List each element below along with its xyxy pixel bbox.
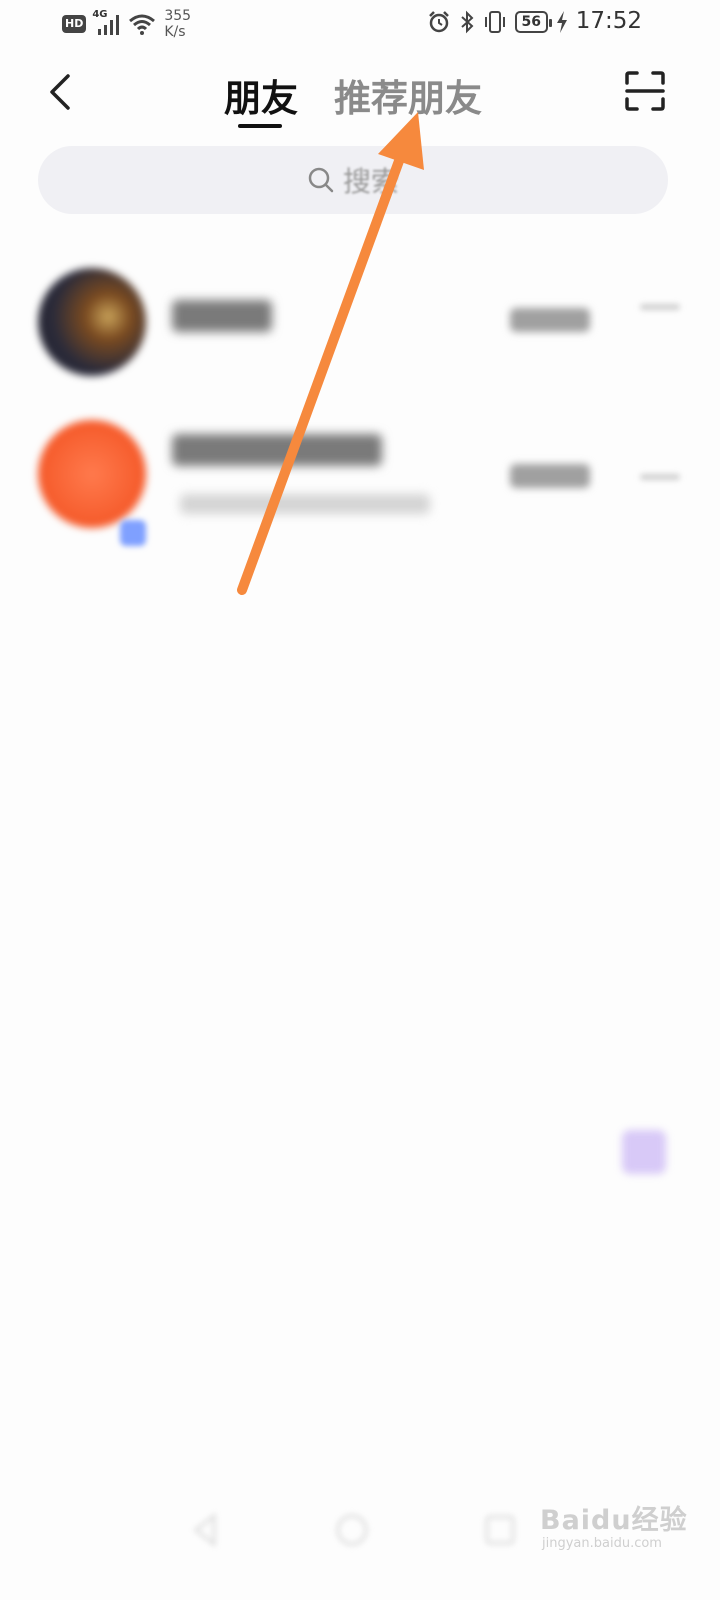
charging-icon [557, 11, 567, 33]
baidu-jingyan-watermark: Baidu经验 jingyan.baidu.com [540, 1492, 690, 1562]
list-item[interactable] [0, 418, 720, 546]
vibrate-icon [484, 11, 505, 33]
more-icon[interactable] [640, 474, 680, 480]
search-bar[interactable]: 搜索 [38, 146, 668, 214]
status-right: 56 [427, 10, 568, 34]
network-speed-unit: K/s [164, 24, 186, 40]
tab-friends-label: 朋友 [224, 76, 298, 120]
scan-icon[interactable] [624, 70, 666, 112]
more-icon[interactable] [640, 304, 680, 310]
tab-recommended-friends[interactable]: 推荐朋友 [334, 68, 482, 122]
back-icon[interactable] [44, 70, 80, 114]
list-item[interactable] [0, 262, 720, 382]
top-bar: 朋友 推荐朋友 [0, 60, 720, 130]
search-icon [308, 167, 334, 193]
status-bar: HD 4G 355 K/s 56 17:52 [0, 0, 720, 50]
bluetooth-icon [460, 10, 473, 34]
annotation-arrow-icon [237, 112, 424, 595]
network-speed-value: 355 [164, 8, 192, 24]
hd-badge: HD [62, 15, 87, 33]
nav-recents-icon[interactable] [480, 1510, 520, 1550]
contact-name-blurred [172, 300, 272, 332]
cellular-signal-icon: 4G [92, 9, 122, 37]
clock: 17:52 [575, 8, 642, 34]
wifi-icon [129, 14, 156, 35]
verified-badge-icon [120, 520, 146, 546]
watermark-url: jingyan.baidu.com [542, 1536, 662, 1551]
search-placeholder: 搜索 [342, 165, 399, 198]
contact-status-blurred [510, 308, 590, 332]
avatar [38, 268, 146, 376]
network-speed: 355 K/s [164, 8, 191, 40]
status-left: HD 4G 355 K/s [62, 8, 191, 40]
contact-status-blurred [510, 464, 590, 488]
contact-name-blurred [172, 434, 382, 466]
tab-recommended-friends-label: 推荐朋友 [334, 76, 482, 120]
alarm-icon [428, 11, 449, 33]
contact-subtitle-blurred [180, 494, 430, 514]
tab-active-indicator [238, 124, 282, 128]
avatar [38, 420, 146, 528]
battery-indicator: 56 [514, 11, 553, 33]
tab-friends[interactable]: 朋友 [224, 68, 298, 128]
nav-home-icon[interactable] [332, 1510, 372, 1550]
watermark-brand: Baidu经验 [540, 1505, 688, 1536]
nav-back-icon[interactable] [186, 1510, 226, 1550]
floating-action-button[interactable] [622, 1130, 666, 1174]
